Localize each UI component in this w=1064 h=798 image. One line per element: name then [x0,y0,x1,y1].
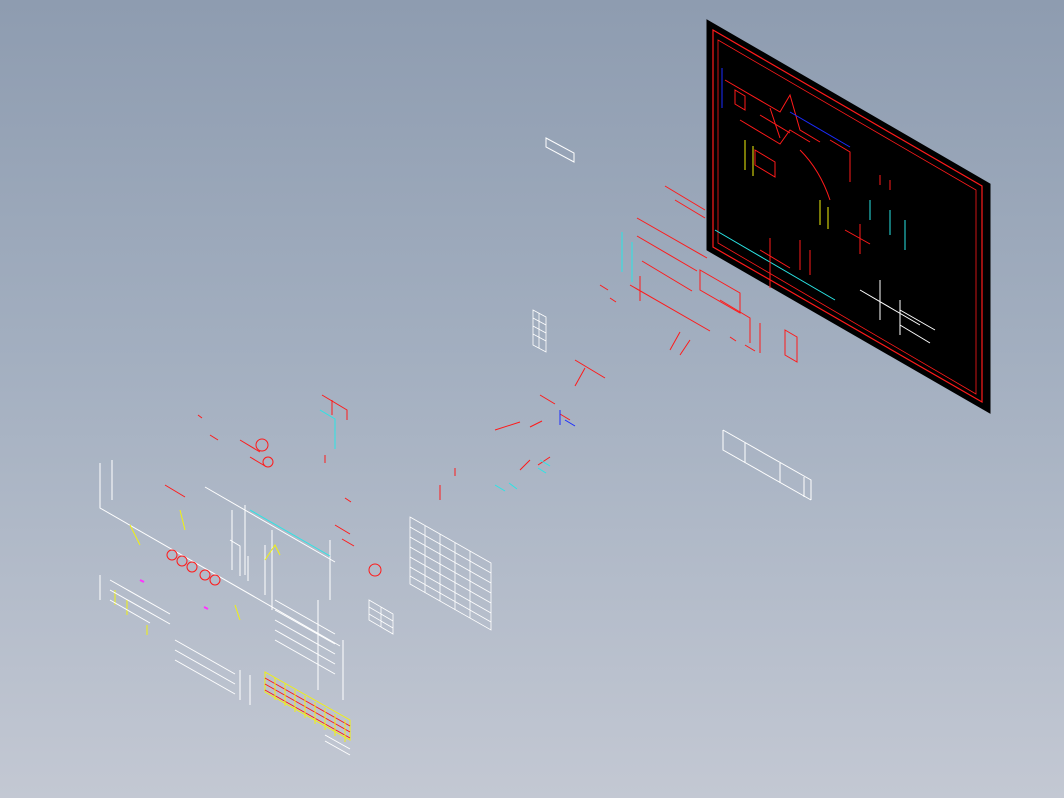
table-grid-large[interactable] [409,516,492,631]
small-frame-1[interactable] [545,137,575,163]
cad-viewport[interactable] [0,0,1064,798]
title-block-area[interactable] [264,671,351,756]
isometric-drawing-canvas[interactable] [0,0,1064,798]
table-grid-small[interactable] [368,599,394,635]
scattered-cad-entities-lower [99,394,382,705]
table-grid-tiny[interactable] [532,309,547,353]
frame-lines-right[interactable] [722,429,812,501]
drawing-sheet-black[interactable] [706,19,991,414]
